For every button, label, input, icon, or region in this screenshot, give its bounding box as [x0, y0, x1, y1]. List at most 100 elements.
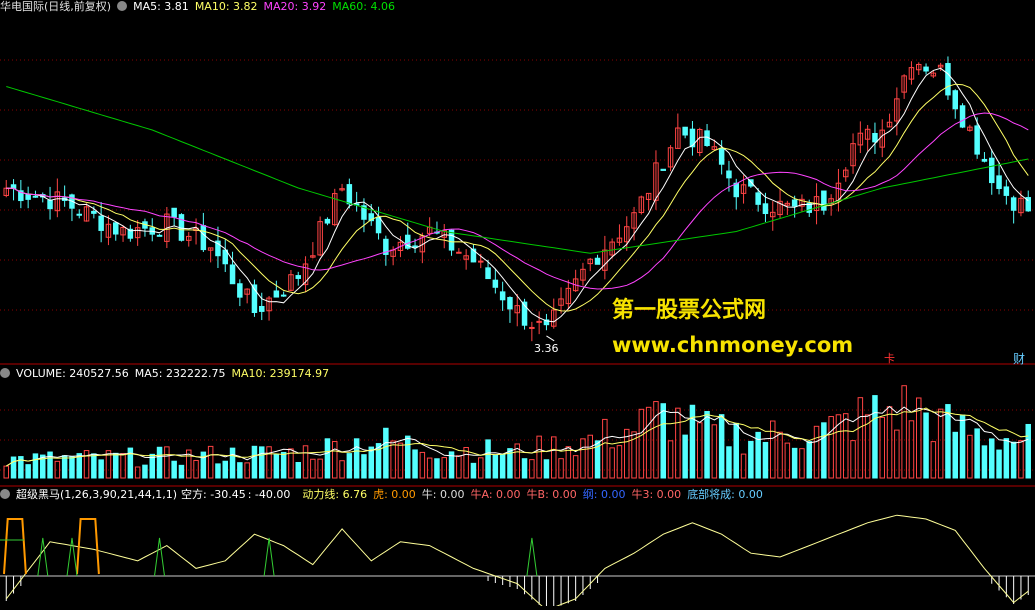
price-candle [945, 63, 951, 96]
volume-bar [426, 457, 433, 479]
niu-signal-spike [66, 537, 78, 577]
volume-bar [434, 458, 440, 479]
price-candle [456, 251, 462, 254]
volume-bar [419, 451, 426, 479]
niu-signal-spike [263, 537, 275, 577]
volume-bar [886, 406, 893, 479]
price-candle [507, 297, 513, 310]
price-candle [273, 290, 280, 298]
price-candle [295, 275, 301, 279]
price-candle [594, 257, 601, 265]
volume-bar [32, 453, 39, 479]
volume-bar [609, 447, 615, 479]
volume-bar [368, 446, 374, 479]
price-candle [171, 207, 177, 218]
dongli-label: 动力线: 6.76 [302, 488, 368, 501]
volume-bar [470, 462, 477, 479]
volume-bar [952, 431, 958, 479]
volume-bar [478, 457, 484, 479]
volume-bar [156, 446, 163, 479]
price-candle [755, 192, 761, 205]
volume-bar [740, 453, 747, 479]
volume-bar [762, 441, 769, 479]
volume-bar [200, 451, 207, 479]
volume-label: VOLUME: 240527.56 [16, 367, 129, 380]
price-candle [718, 147, 725, 165]
volume-bar [492, 454, 499, 479]
price-candle [872, 132, 878, 143]
volume-ma5-label: MA5: 232222.75 [134, 367, 226, 380]
price-candle [32, 195, 39, 198]
volume-bar [901, 385, 907, 479]
price-candle [791, 199, 798, 207]
niuB-label: 牛B: 0.00 [526, 488, 577, 501]
volume-settings-icon[interactable] [0, 368, 10, 378]
ma5-line [6, 67, 1029, 323]
volume-bar [61, 455, 68, 479]
volume-bar [485, 439, 491, 479]
volume-bar [777, 431, 783, 479]
volume-bar [521, 458, 528, 479]
price-candle [726, 170, 732, 179]
indicator-settings-icon[interactable] [0, 489, 10, 499]
volume-bar [572, 455, 579, 479]
volume-bar [412, 449, 418, 479]
volume-bar [10, 456, 17, 479]
volume-bar [697, 422, 703, 479]
chart-stage[interactable]: 华电国际(日线,前复权) MA5: 3.81 MA10: 3.82 MA20: 3.9… [0, 0, 1035, 610]
main-title: 华电国际(日线,前复权) [0, 0, 112, 13]
price-candle [682, 126, 688, 136]
volume-bar [266, 446, 272, 479]
volume-bar [682, 434, 688, 479]
price-candle [996, 175, 1002, 190]
volume-bar [602, 418, 608, 479]
volume-bar [638, 408, 645, 479]
volume-bar [332, 441, 338, 479]
volume-bar [280, 451, 287, 479]
ma20-label: MA20: 3.92 [263, 0, 327, 13]
indicator-header: 超级黑马(1,26,3,90,21,44,1,1) 空方: -30.45: -40… [0, 488, 769, 502]
volume-bar [872, 395, 878, 479]
gang-label: 纲: 0.00 [582, 488, 626, 501]
volume-bar [361, 454, 367, 479]
price-candle [200, 225, 207, 251]
price-candle [733, 182, 739, 198]
price-candle [237, 283, 243, 298]
ma10-line [6, 83, 1029, 312]
volume-bar [580, 438, 586, 479]
volume-bar [25, 464, 31, 479]
volume-bar [784, 442, 791, 479]
volume-bar [821, 422, 827, 479]
volume-bar [171, 460, 177, 479]
volume-bar [441, 457, 447, 479]
volume-bar [974, 428, 980, 479]
price-candle [91, 210, 97, 214]
price-candle [485, 267, 491, 280]
volume-bar [193, 459, 199, 479]
volume-bar [879, 416, 885, 479]
volume-bar [748, 440, 754, 479]
volume-bar [178, 464, 185, 479]
price-candle [499, 291, 506, 301]
volume-bar [142, 464, 148, 479]
price-candle [280, 294, 287, 297]
volume-bar [967, 434, 973, 479]
volume-bar [164, 446, 170, 479]
volume-bar [251, 445, 258, 479]
volume-header: VOLUME: 240527.56 MA5: 232222.75 MA10: 239… [0, 367, 335, 381]
volume-bar [390, 440, 396, 479]
price-candle [981, 158, 988, 162]
price-candle [762, 203, 769, 215]
volume-bar [98, 459, 104, 479]
price-candle [156, 234, 163, 237]
price-candle [76, 213, 82, 216]
volume-bar [1025, 423, 1031, 479]
volume-bar [259, 446, 265, 479]
niuA-label: 牛A: 0.00 [470, 488, 521, 501]
stock-chart-svg[interactable] [0, 0, 1035, 610]
volume-bar [229, 447, 236, 479]
price-candle [346, 184, 353, 205]
niu-signal-spike [526, 537, 538, 577]
settings-circle-icon[interactable] [117, 1, 128, 11]
kongfang2-label: : -40.00 [247, 488, 291, 501]
